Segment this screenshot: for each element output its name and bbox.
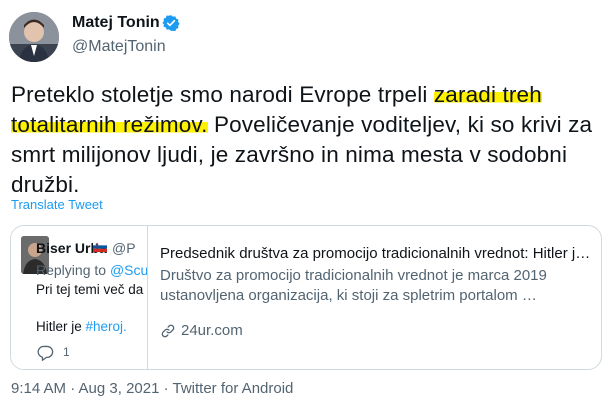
- author-name[interactable]: Matej Tonin: [72, 14, 160, 32]
- tweet-timestamp[interactable]: 9:14 AM · Aug 3, 2021 · Twitter for Andr…: [11, 380, 293, 397]
- reply-icon: [37, 345, 54, 361]
- link-card[interactable]: Biser Urba @P Replying to @Scut Pri tej …: [10, 225, 602, 370]
- verified-badge-icon: [162, 15, 180, 32]
- quoted-reply-count: 1: [63, 345, 70, 359]
- quoted-hashtag: #heroj.: [85, 319, 127, 334]
- quoted-text-line1: Pri tej temi več da: [36, 282, 144, 297]
- tweet-text: Preteklo stoletje smo narodi Evrope trpe…: [11, 80, 603, 200]
- author-handle[interactable]: @MatejTonin: [72, 38, 166, 56]
- slovenia-flag-icon: [93, 242, 107, 252]
- quoted-text-line2: Hitler je #heroj.: [36, 319, 127, 334]
- link-card-title: Predsednik društva za promocijo tradicio…: [160, 245, 596, 262]
- quoted-replying-to: Replying to @Scut: [36, 262, 148, 278]
- replying-prefix: Replying to: [36, 262, 110, 278]
- link-card-domain: 24ur.com: [160, 322, 243, 339]
- quoted-author-handle: @P: [112, 240, 136, 256]
- link-card-body: Predsednik društva za promocijo tradicio…: [160, 244, 596, 306]
- translate-tweet-link[interactable]: Translate Tweet: [11, 197, 103, 212]
- link-card-domain-text: 24ur.com: [181, 322, 243, 339]
- author-avatar[interactable]: [9, 12, 59, 62]
- quoted-text-prefix: Hitler je: [36, 319, 86, 334]
- tweet-text-start: Preteklo stoletje smo narodi Evrope trpe…: [11, 82, 434, 107]
- quoted-tweet-image: Biser Urba @P Replying to @Scut Pri tej …: [11, 226, 148, 369]
- replying-mention: @Scut: [109, 262, 148, 278]
- link-card-description: Društvo za promocijo tradicionalnih vred…: [160, 267, 547, 304]
- link-icon: [161, 324, 175, 337]
